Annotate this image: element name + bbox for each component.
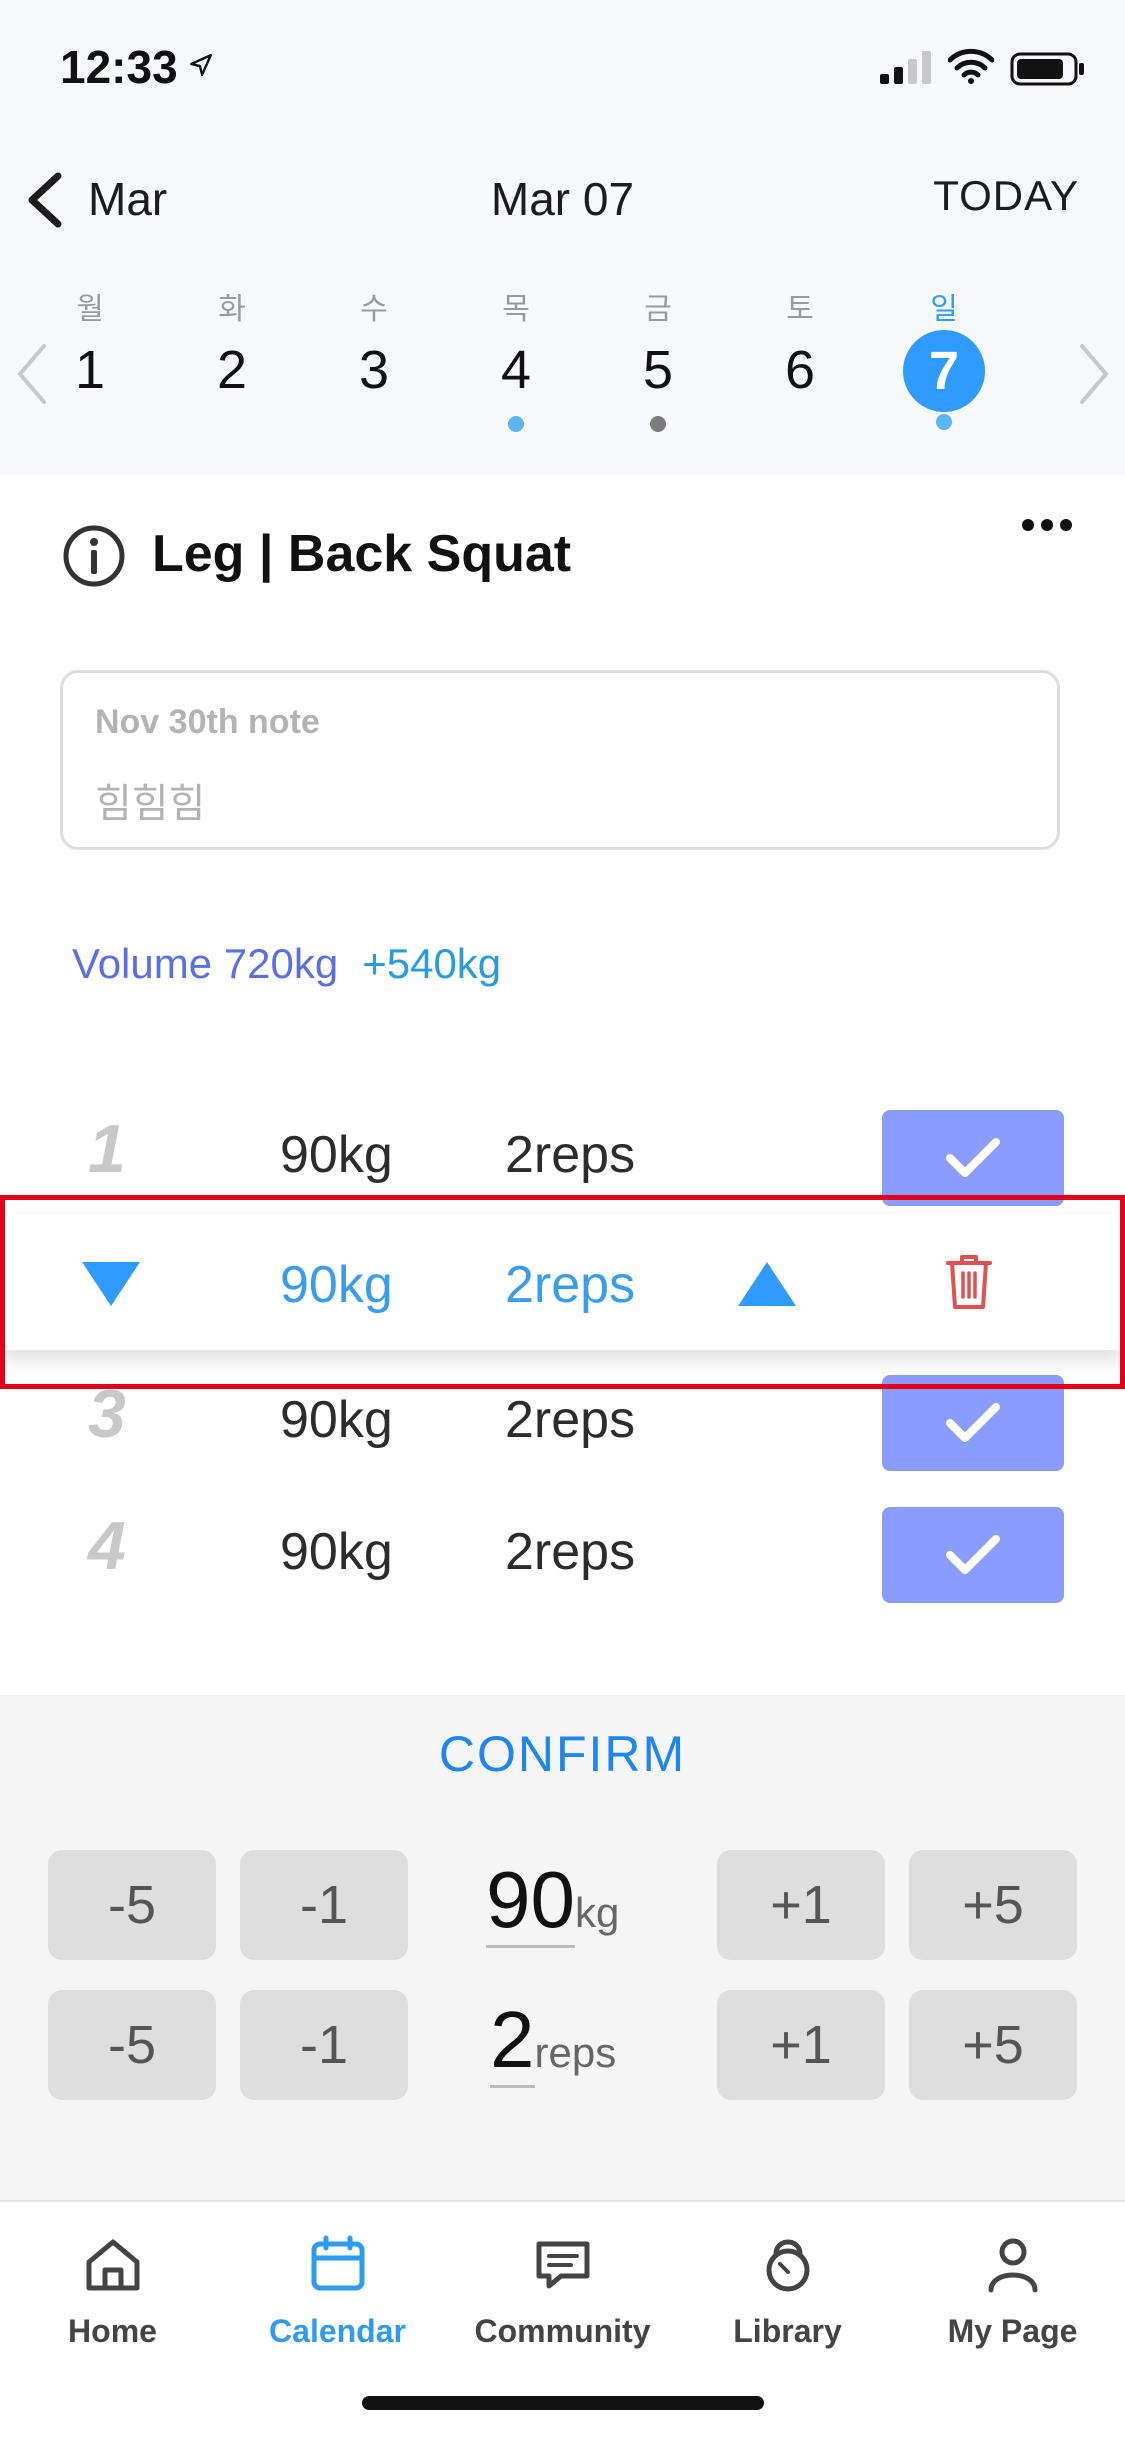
next-week-icon[interactable] <box>1076 342 1112 406</box>
day-name: 토 <box>786 293 814 326</box>
exercise-title: Leg | Back Squat <box>152 525 572 583</box>
complete-set-button[interactable] <box>882 1375 1064 1471</box>
day-date: 2 <box>216 340 248 400</box>
set-reps: 2reps <box>505 1523 636 1581</box>
set-row[interactable]: 4 90kg 2reps <box>0 1497 1125 1607</box>
check-icon <box>946 1403 1000 1442</box>
day-7[interactable]: 일7 <box>899 290 989 430</box>
cellular-signal-icon <box>880 51 931 84</box>
note-label: Nov 30th note <box>95 703 320 741</box>
confirm-button[interactable]: CONFIRM <box>0 1725 1125 1783</box>
nav-bar: Mar Mar 07 TODAY <box>0 150 1125 250</box>
weight-minus1-button[interactable]: -1 <box>240 1850 408 1960</box>
location-arrow-icon <box>190 54 212 76</box>
day-date: 5 <box>642 340 674 400</box>
tab-community[interactable]: Community <box>450 2232 675 2350</box>
weight-plus1-button[interactable]: +1 <box>717 1850 885 1960</box>
highlight-box <box>0 1195 1125 1389</box>
day-1[interactable]: 월1 <box>45 290 135 410</box>
reps-unit: reps <box>534 2029 617 2076</box>
set-row[interactable]: 1 90kg 2reps <box>0 1100 1125 1210</box>
person-icon <box>988 2238 1037 2293</box>
weight-value: 90 <box>486 1855 575 1948</box>
set-weight: 90kg <box>280 1523 393 1581</box>
workout-indicator-dot <box>650 416 666 432</box>
day-2[interactable]: 화2 <box>187 290 277 410</box>
day-4[interactable]: 목4 <box>471 290 561 432</box>
check-icon <box>946 1535 1000 1574</box>
day-name: 목 <box>502 293 530 326</box>
weight-unit: kg <box>574 1889 620 1936</box>
day-date: 7 <box>903 330 985 412</box>
workout-indicator-dot <box>508 416 524 432</box>
tab-home[interactable]: Home <box>0 2232 225 2350</box>
tab-label: Calendar <box>269 2313 406 2349</box>
day-name: 수 <box>360 293 388 326</box>
set-reps: 2reps <box>505 1126 636 1184</box>
tab-label: Community <box>474 2313 651 2349</box>
exercise-header: Leg | Back Squat <box>62 520 1062 590</box>
weight-value-display[interactable]: 90kg <box>486 1855 619 1948</box>
weight-minus5-button[interactable]: -5 <box>48 1850 216 1960</box>
volume-delta: +540kg <box>362 940 502 987</box>
set-input-panel: CONFIRM -5 -1 90kg +1 +5 -5 -1 2reps +1 … <box>0 1695 1125 2200</box>
day-date: 1 <box>74 340 106 400</box>
day-name: 월 <box>76 293 104 326</box>
day-5[interactable]: 금5 <box>613 290 703 432</box>
day-3[interactable]: 수3 <box>329 290 419 410</box>
reps-minus5-button[interactable]: -5 <box>48 1990 216 2100</box>
day-date: 4 <box>500 340 532 400</box>
tab-library[interactable]: Library <box>675 2232 900 2350</box>
note-box[interactable]: Nov 30th note 힘힘힘 <box>60 670 1060 850</box>
status-bar: 12:33 <box>0 0 1125 140</box>
volume-total: Volume 720kg <box>72 940 339 987</box>
workout-indicator-dot <box>936 414 952 430</box>
today-button[interactable]: TODAY <box>933 172 1079 220</box>
reps-value-display[interactable]: 2reps <box>490 1995 616 2088</box>
tab-label: Home <box>68 2313 157 2349</box>
info-icon[interactable] <box>62 524 126 588</box>
more-options-icon[interactable] <box>1020 510 1074 540</box>
volume-summary: Volume 720kg +540kg <box>72 940 501 988</box>
day-date: 3 <box>358 340 390 400</box>
complete-set-button[interactable] <box>882 1507 1064 1603</box>
day-name: 일 <box>930 293 958 326</box>
day-name: 금 <box>644 293 672 326</box>
set-weight: 90kg <box>280 1391 393 1449</box>
kettlebell-icon <box>766 2239 809 2292</box>
chat-icon <box>536 2241 589 2289</box>
set-number: 4 <box>88 1508 126 1584</box>
set-weight: 90kg <box>280 1126 393 1184</box>
tab-calendar[interactable]: Calendar <box>225 2232 450 2350</box>
tab-label: Library <box>733 2313 842 2349</box>
home-icon <box>86 2239 139 2291</box>
reps-minus1-button[interactable]: -1 <box>240 1990 408 2100</box>
wifi-icon <box>948 48 994 84</box>
reps-plus5-button[interactable]: +5 <box>909 1990 1077 2100</box>
home-indicator <box>362 2396 764 2410</box>
day-6[interactable]: 토6 <box>755 290 845 410</box>
reps-value: 2 <box>490 1995 535 2088</box>
day-date: 6 <box>784 340 816 400</box>
note-text: 힘힘힘 <box>95 782 206 826</box>
weight-plus5-button[interactable]: +5 <box>909 1850 1077 1960</box>
set-number: 1 <box>88 1111 126 1187</box>
tab-label: My Page <box>947 2313 1078 2349</box>
week-strip: 월1화2수3목4금5토6일7 <box>0 290 1125 460</box>
battery-icon <box>1010 52 1084 86</box>
calendar-icon <box>311 2235 364 2291</box>
reps-plus1-button[interactable]: +1 <box>717 1990 885 2100</box>
day-name: 화 <box>218 293 246 326</box>
complete-set-button[interactable] <box>882 1110 1064 1206</box>
set-reps: 2reps <box>505 1391 636 1449</box>
status-time: 12:33 <box>60 41 178 93</box>
check-icon <box>946 1138 1000 1177</box>
tab-my-page[interactable]: My Page <box>900 2232 1125 2350</box>
